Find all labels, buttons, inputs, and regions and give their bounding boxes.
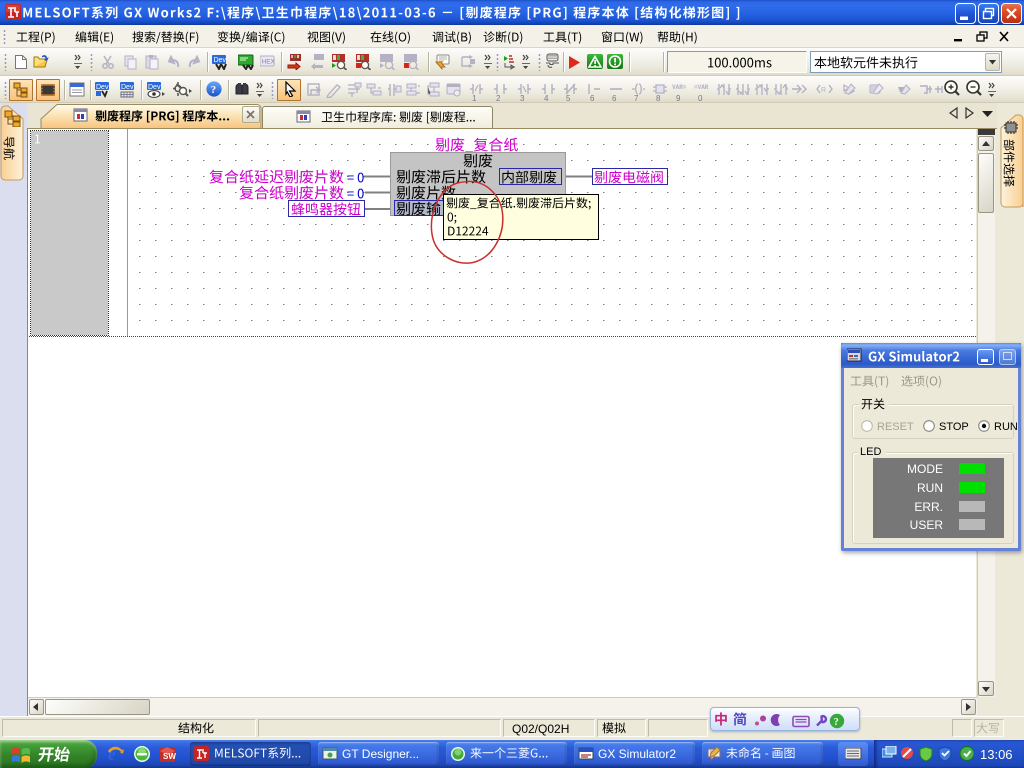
svg-text:Dev: Dev <box>96 84 109 91</box>
svg-text:?: ? <box>211 84 217 96</box>
svg-text:?: ? <box>834 717 839 728</box>
svg-text:4: 4 <box>544 94 549 102</box>
svg-text:=VAR: =VAR <box>694 84 709 91</box>
svg-text:SW: SW <box>163 752 176 761</box>
svg-text:Dev: Dev <box>148 84 161 91</box>
svg-text:1: 1 <box>472 94 477 102</box>
svg-text:Dev: Dev <box>214 57 227 64</box>
svg-text:5: 5 <box>566 94 571 102</box>
svg-text:7: 7 <box>634 94 639 102</box>
svg-text:HEX: HEX <box>262 59 276 66</box>
svg-text:9: 9 <box>676 94 681 102</box>
svg-text:2: 2 <box>496 94 501 102</box>
svg-text:3: 3 <box>520 94 525 102</box>
svg-text:Dev: Dev <box>121 84 134 91</box>
svg-text:8: 8 <box>656 94 661 102</box>
svg-text:6: 6 <box>612 94 617 102</box>
svg-text:VAR=: VAR= <box>672 84 687 91</box>
svg-text:R: R <box>821 87 826 94</box>
svg-text:6: 6 <box>590 94 595 102</box>
svg-text:0: 0 <box>698 94 703 102</box>
